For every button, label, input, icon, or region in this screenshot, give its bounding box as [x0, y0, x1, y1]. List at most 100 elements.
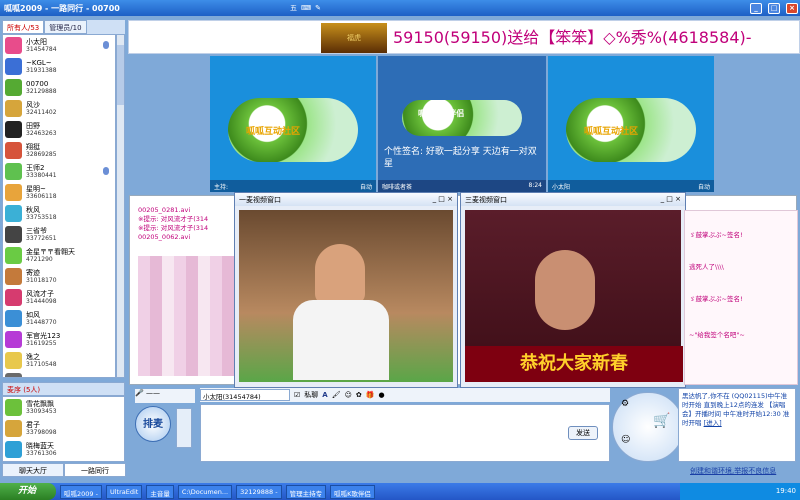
user-row[interactable]: 逸之 31710548	[3, 350, 115, 371]
user-row[interactable]: ~KGL~ 31931388	[3, 56, 115, 77]
mic3-video-window[interactable]: 三麦视频窗口 _ □ × 恭祝大家新春	[460, 192, 686, 388]
user-row[interactable]: 田野 32463263	[3, 119, 115, 140]
tab-chat-hall[interactable]: 聊天大厅	[2, 463, 64, 477]
taskbar-item[interactable]: 管理主持专	[285, 484, 327, 499]
user-name: 君子	[26, 421, 40, 429]
user-row[interactable]: 君子 33798098	[3, 418, 124, 439]
mic-volume-slider[interactable]	[176, 408, 192, 448]
report-link[interactable]: 创建和谐环境,举报不良信息	[690, 466, 776, 476]
user-list-scrollbar[interactable]	[116, 34, 125, 378]
emoji-icon[interactable]: ☺	[345, 391, 352, 399]
user-info: 如风 31448770	[26, 311, 57, 326]
user-row[interactable]: 如风 31448770	[3, 308, 115, 329]
taskbar-item[interactable]: C:\Documen...	[177, 484, 233, 499]
user-row[interactable]: 晓梅蓝天 33761306	[3, 439, 124, 460]
message-input[interactable]	[200, 404, 610, 462]
user-row[interactable]: 千帆	[3, 371, 115, 377]
user-info: 风沙 32411402	[26, 101, 57, 116]
user-name: 风沙	[26, 101, 40, 109]
tab-admin[interactable]: 管理员/10	[44, 20, 87, 34]
gift-icon[interactable]: 🎁	[366, 391, 375, 399]
mic1-video-window[interactable]: 一麦视频窗口 _ □ ×	[234, 192, 458, 388]
user-row[interactable]: 寄迹 31018170	[3, 266, 115, 287]
user-row[interactable]: 金星〒〒看翱天 4721290	[3, 245, 115, 266]
user-row[interactable]: 星明~ 33606118	[3, 182, 115, 203]
avatar	[5, 205, 22, 222]
taskbar-item[interactable]: 32129888 -	[236, 484, 282, 499]
user-icon[interactable]: ☺	[621, 435, 630, 445]
chat-target-select[interactable]: 小太阳(31454784)	[200, 389, 290, 401]
user-row[interactable]: 风沙 32411402	[3, 98, 115, 119]
tools-icon[interactable]: ✎	[315, 4, 321, 12]
clock[interactable]: 19:40	[776, 487, 796, 495]
user-row[interactable]: 王师2 33380441	[3, 161, 115, 182]
font-icon[interactable]: A	[322, 391, 327, 399]
minimize-button[interactable]: _	[750, 2, 762, 14]
user-row[interactable]: 小太阳 31454784	[3, 35, 115, 56]
user-name: 00700	[26, 80, 49, 88]
user-info: 寄迹 31018170	[26, 269, 57, 284]
user-row[interactable]: 雪花飘飘 33093453	[3, 397, 124, 418]
taskbar-item[interactable]: 呱呱K歌伴侣	[330, 484, 375, 499]
flower-icon[interactable]: ✿	[356, 391, 362, 399]
notice-link[interactable]: [进入]	[704, 419, 722, 427]
user-row[interactable]: 00700 32129888	[3, 77, 115, 98]
taskbar-item[interactable]: 呱呱2009 -	[60, 484, 102, 499]
queue-list: 雪花飘飘 33093453 君子 33798098 晓梅蓝天 33761306	[2, 396, 125, 462]
bomb-icon[interactable]: ●	[379, 391, 385, 399]
avatar	[5, 331, 22, 348]
mosaic-image	[138, 256, 234, 376]
title-bar: 呱呱2009 - 一路同行 - 00700 _ □ ×	[0, 0, 800, 16]
send-button[interactable]: 发送	[568, 426, 598, 440]
tiger-image: 福虎	[321, 23, 387, 53]
video-slot-3[interactable]: 呱呱互动社区 小太阳 自动	[548, 56, 714, 192]
mic1-title: 一麦视频窗口	[239, 196, 281, 204]
user-id: 33761306	[26, 450, 57, 457]
user-id: 33380441	[26, 172, 57, 179]
private-checkbox[interactable]: ☑	[294, 391, 300, 399]
tab-all[interactable]: 所有人/53	[2, 20, 45, 34]
cart-icon[interactable]: 🛒	[653, 413, 670, 429]
avatar	[5, 399, 22, 416]
gear-icon[interactable]: ⚙	[621, 399, 629, 409]
gift-banner: 福虎 59150(59150)送给【笨笨】◇%秀%(4618584)-	[128, 20, 800, 54]
mode-label: 自动	[697, 184, 710, 191]
window-controls[interactable]: _ □ ×	[661, 195, 681, 204]
taskbar-item[interactable]: 主音量	[146, 484, 174, 499]
tab-yilu[interactable]: 一路同行	[64, 463, 126, 477]
toolbar-label[interactable]: 五	[290, 3, 297, 13]
volume-slider[interactable]: 🎤 ——	[135, 389, 195, 403]
queue-mic-button[interactable]: 排麦	[135, 406, 171, 442]
user-row[interactable]: 秋风 33753518	[3, 203, 115, 224]
logo-text: 呱呱互动社区	[584, 127, 639, 137]
user-name: 金星〒〒看翱天	[26, 248, 75, 256]
maximize-button[interactable]: □	[768, 2, 780, 14]
system-tray: 19:40	[680, 483, 800, 500]
user-info: 晓梅蓝天 33761306	[26, 442, 57, 457]
user-label: 小太阳	[552, 184, 571, 191]
signature: 个性签名: 好歌一起分享 天边有一对双星	[384, 147, 537, 169]
user-name: 翔挺	[26, 143, 40, 151]
user-id: 31444098	[26, 298, 57, 305]
avatar	[5, 373, 22, 377]
taskbar-item[interactable]: UltraEdit	[105, 484, 143, 499]
taskbar: 开始 呱呱2009 - UltraEdit 主音量 C:\Documen... 3212…	[0, 483, 800, 500]
function-wheel[interactable]: ⚙ 🛒 ☺	[612, 392, 684, 462]
window-controls[interactable]: _ □ ×	[433, 195, 453, 204]
logo-text: 呱呱互动社区	[246, 127, 301, 137]
user-id: 31448770	[26, 319, 57, 326]
start-button[interactable]: 开始	[0, 483, 56, 500]
user-row[interactable]: 风流才子 31444098	[3, 287, 115, 308]
close-button[interactable]: ×	[786, 2, 798, 14]
user-row[interactable]: 三省爷 33772651	[3, 224, 115, 245]
user-id: 31454784	[26, 46, 57, 53]
keyboard-icon[interactable]: ⌨	[301, 4, 311, 12]
video-slot-1[interactable]: 呱呱互动社区 主持: 自动	[210, 56, 376, 192]
user-id: 31710548	[26, 361, 57, 368]
video-slot-2[interactable]: 呱呱K歌伴侣 个性签名: 好歌一起分享 天边有一对双星 咖啡或者茶 8:24	[378, 56, 546, 192]
user-row[interactable]: 军官光123 31619255	[3, 329, 115, 350]
queue-header: 麦序 (5人)	[2, 382, 125, 396]
user-row[interactable]: 翔挺 32869285	[3, 140, 115, 161]
user-id: 33093453	[26, 408, 57, 415]
brush-icon[interactable]: 🖌	[332, 391, 341, 399]
